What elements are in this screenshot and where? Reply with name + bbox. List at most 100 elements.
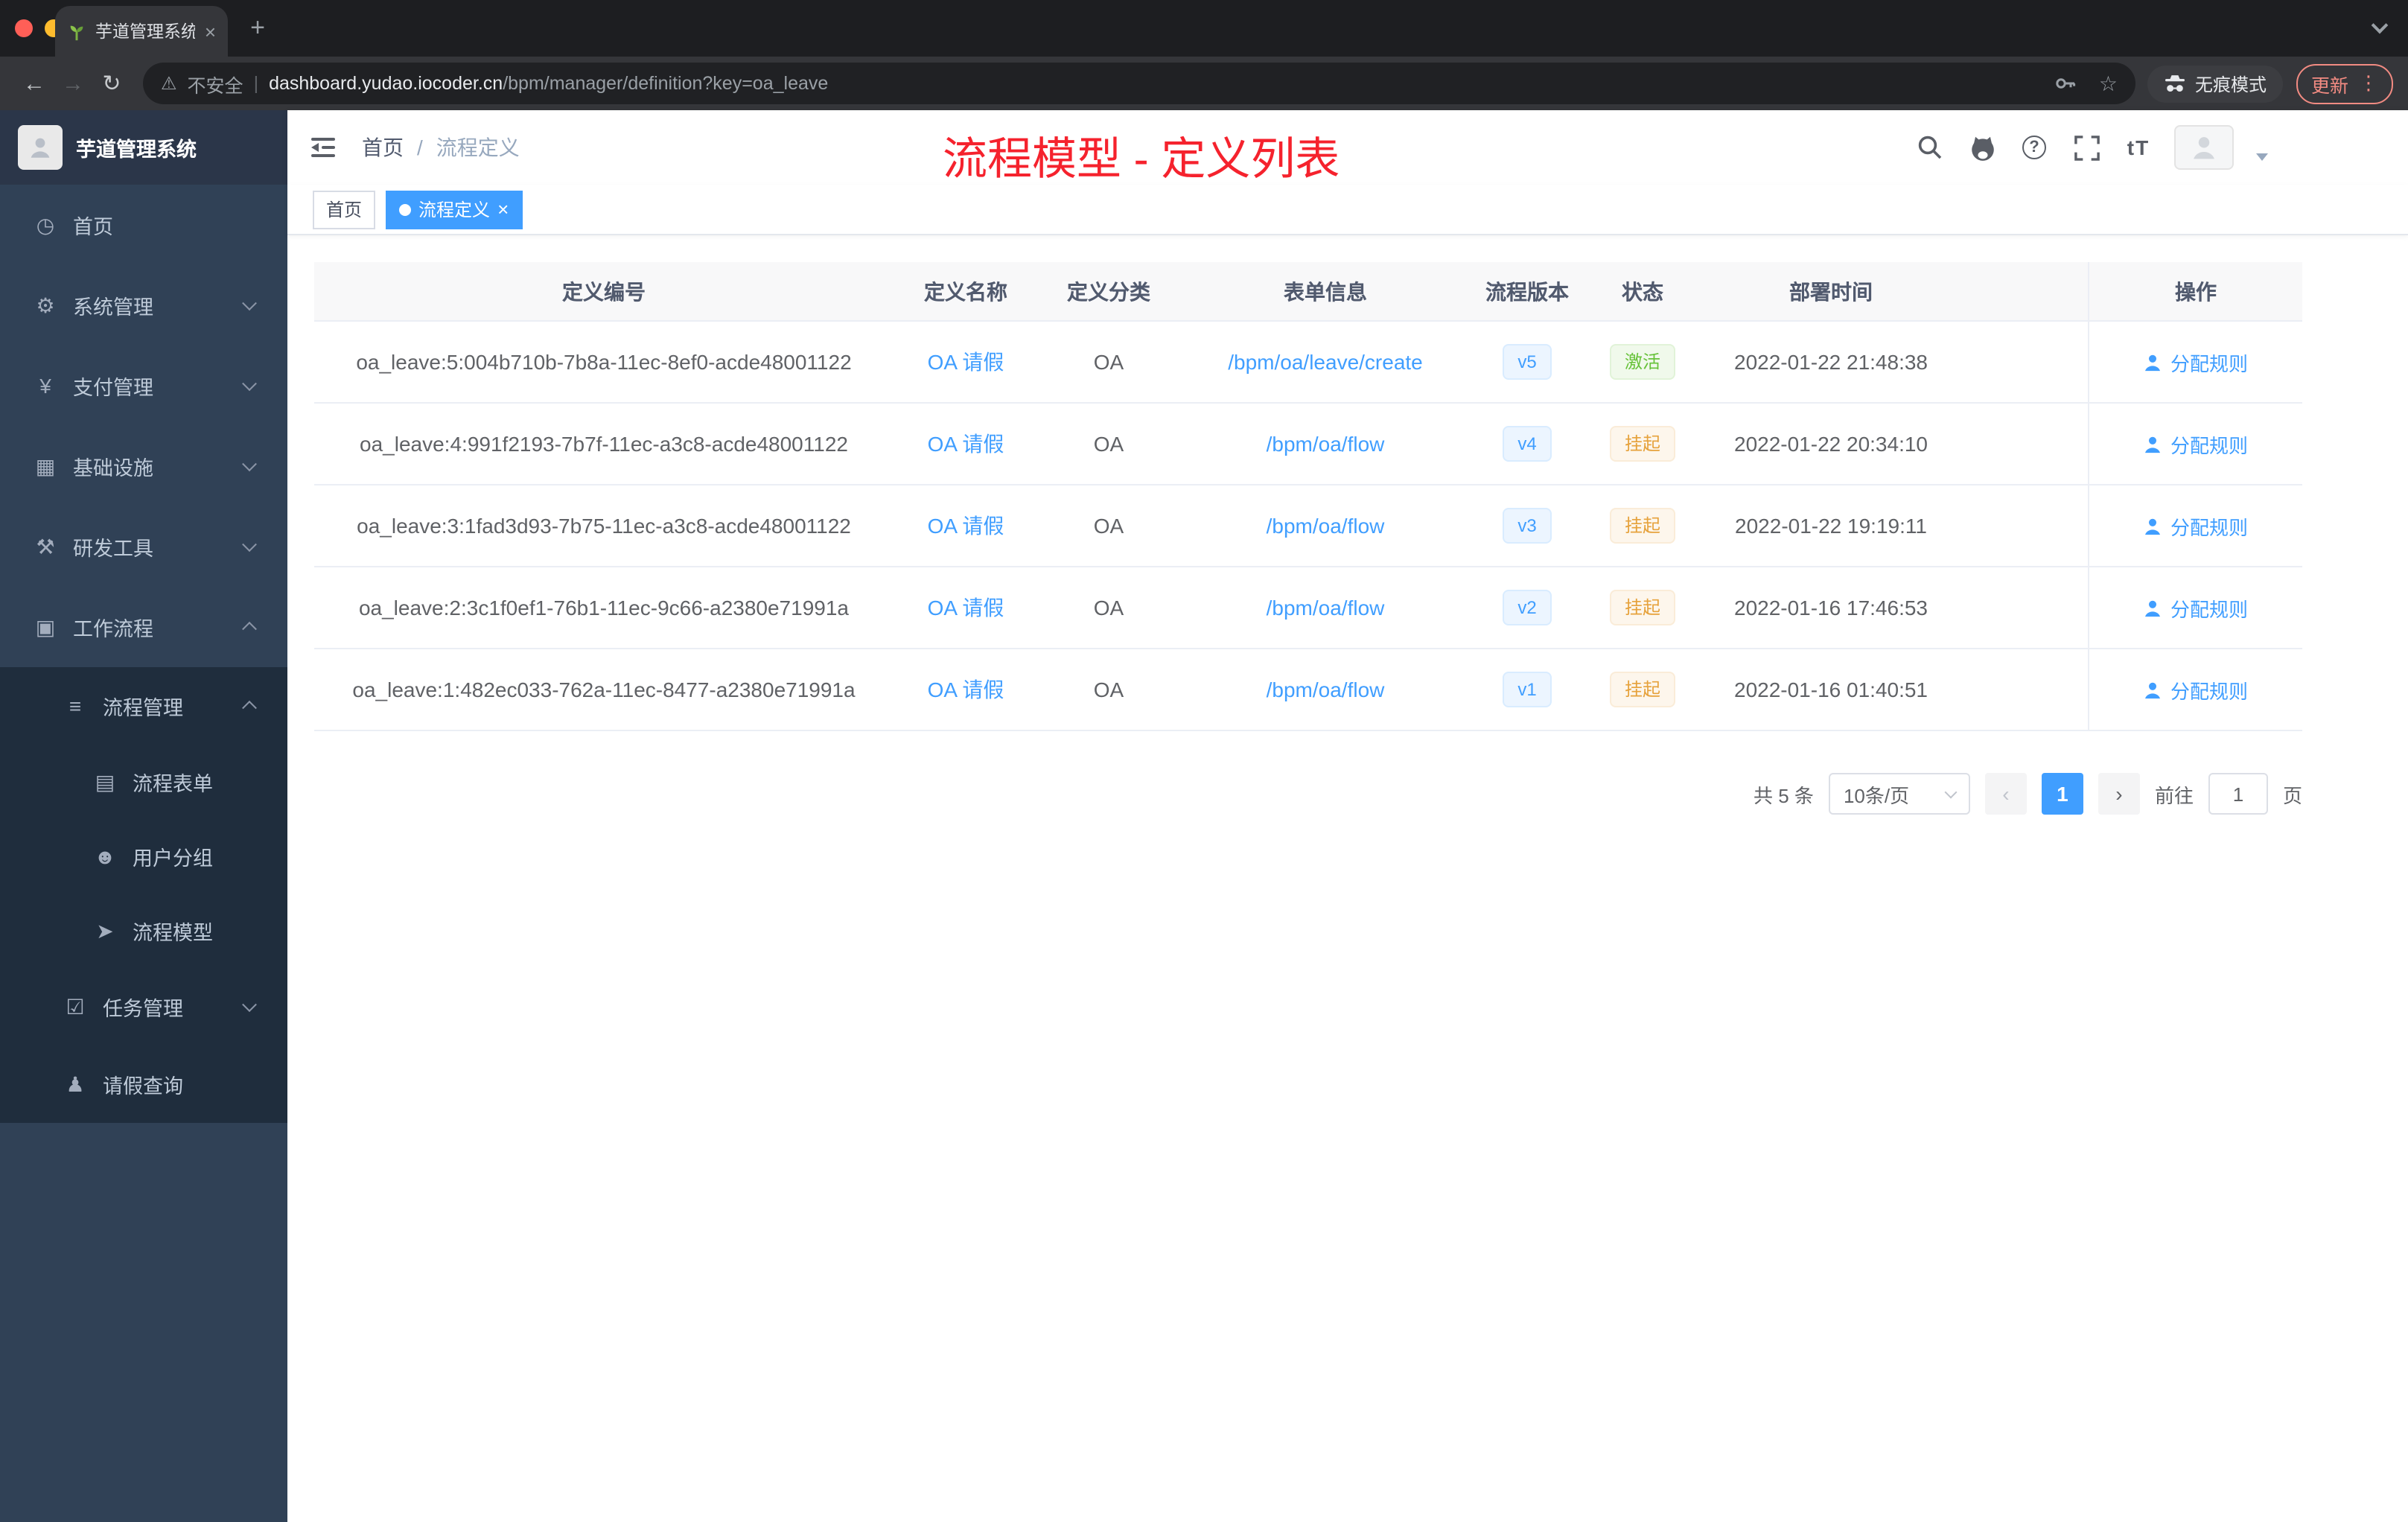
prev-page-button[interactable]: ‹ bbox=[1984, 773, 2027, 815]
avatar-dropdown-caret-icon[interactable] bbox=[2256, 153, 2268, 160]
chevron-down-icon bbox=[242, 997, 257, 1013]
sidebar-item-home[interactable]: ◷ 首页 bbox=[0, 185, 287, 265]
sidebar-item-infrastructure[interactable]: ▦ 基础设施 bbox=[0, 426, 287, 506]
sidebar-item-leave-query[interactable]: ♟ 请假查询 bbox=[0, 1045, 287, 1123]
form-info-link[interactable]: /bpm/oa/flow bbox=[1267, 514, 1385, 538]
bookmark-star-icon[interactable]: ☆ bbox=[2099, 71, 2118, 96]
sidebar-item-label: 基础设施 bbox=[73, 457, 153, 480]
sidebar-item-label: 支付管理 bbox=[73, 377, 153, 399]
sidebar-item-process-manage[interactable]: ≡ 流程管理 bbox=[0, 667, 287, 745]
definition-name-link[interactable]: OA 请假 bbox=[928, 347, 1004, 377]
tag-home[interactable]: 首页 bbox=[313, 190, 376, 229]
assign-rule-button[interactable]: 分配规则 bbox=[2144, 675, 2248, 704]
goto-label: 前往 bbox=[2154, 784, 2194, 806]
goto-page-input[interactable] bbox=[2208, 773, 2268, 815]
tag-close-icon[interactable]: × bbox=[497, 200, 509, 219]
tab-close-icon[interactable]: × bbox=[205, 22, 216, 41]
assign-rule-label: 分配规则 bbox=[2170, 434, 2248, 456]
column-header-form: 表单信息 bbox=[1284, 279, 1367, 303]
sidebar-item-dev-tools[interactable]: ⚒ 研发工具 bbox=[0, 506, 287, 587]
page-size-value: 10条/页 bbox=[1843, 784, 1910, 806]
question-glyph: ? bbox=[2022, 136, 2046, 159]
new-tab-button[interactable]: + bbox=[241, 12, 274, 45]
cell-definition-id: oa_leave:1:482ec033-762a-11ec-8477-a2380… bbox=[352, 678, 856, 701]
cell-filler bbox=[1960, 322, 2088, 402]
app-page: 芋道管理系统 ◷ 首页 ⚙ 系统管理 ¥ 支付管理 ▦ 基础设施 ⚒ 研发工具 … bbox=[0, 110, 2408, 1522]
form-info-link[interactable]: /bpm/oa/flow bbox=[1267, 678, 1385, 701]
status-badge: 激活 bbox=[1609, 344, 1675, 380]
cell-definition-id: oa_leave:3:1fad3d93-7b75-11ec-a3c8-acde4… bbox=[357, 514, 851, 538]
address-bar[interactable]: ⚠ 不安全 | dashboard.yudao.iocoder.cn/bpm/m… bbox=[143, 63, 2135, 104]
goto-unit: 页 bbox=[2282, 784, 2302, 806]
definition-name-link[interactable]: OA 请假 bbox=[928, 675, 1004, 704]
omnibox-right-icons: ☆ bbox=[2050, 67, 2118, 100]
browser-menu-icon[interactable]: ⋮ bbox=[2359, 71, 2378, 95]
tab-favicon-icon bbox=[67, 22, 86, 41]
assign-rule-button[interactable]: 分配规则 bbox=[2144, 430, 2248, 458]
reload-button[interactable]: ↻ bbox=[92, 70, 131, 97]
user-avatar[interactable] bbox=[2174, 125, 2234, 170]
app-logo[interactable]: 芋道管理系统 bbox=[0, 110, 287, 185]
status-badge: 挂起 bbox=[1609, 508, 1675, 544]
browser-update-button[interactable]: 更新 ⋮ bbox=[2296, 63, 2393, 104]
search-icon[interactable] bbox=[1914, 131, 1946, 164]
annotation-title: 流程模型 - 定义列表 bbox=[943, 136, 1340, 185]
version-tag: v5 bbox=[1503, 344, 1552, 380]
tag-process-definition[interactable]: 流程定义 × bbox=[386, 190, 523, 229]
incognito-badge[interactable]: 无痕模式 bbox=[2147, 65, 2283, 102]
back-button[interactable]: ← bbox=[15, 71, 54, 96]
sidebar-item-label: 首页 bbox=[73, 216, 113, 238]
sidebar-item-label: 流程管理 bbox=[103, 697, 183, 719]
definition-name-link[interactable]: OA 请假 bbox=[928, 429, 1004, 459]
assign-rule-label: 分配规则 bbox=[2170, 680, 2248, 702]
page-number-1[interactable]: 1 bbox=[2041, 773, 2083, 815]
forward-button[interactable]: → bbox=[54, 71, 92, 96]
breadcrumb-home[interactable]: 首页 bbox=[362, 133, 404, 162]
form-info-link[interactable]: /bpm/oa/flow bbox=[1267, 596, 1385, 620]
sidebar-item-workflow[interactable]: ▣ 工作流程 bbox=[0, 587, 287, 667]
page-size-select[interactable]: 10条/页 bbox=[1828, 773, 1970, 815]
app-title: 芋道管理系统 bbox=[76, 138, 197, 161]
workflow-icon: ▣ bbox=[35, 614, 56, 638]
sidebar-item-payment[interactable]: ¥ 支付管理 bbox=[0, 346, 287, 426]
cell-filler bbox=[1960, 404, 2088, 484]
definition-name-link[interactable]: OA 请假 bbox=[928, 511, 1004, 541]
sidebar-item-label: 工作流程 bbox=[73, 618, 153, 640]
sidebar-item-task-manage[interactable]: ☑ 任务管理 bbox=[0, 968, 287, 1045]
sidebar-item-user-group[interactable]: ☻ 用户分组 bbox=[0, 819, 287, 894]
assign-rule-button[interactable]: 分配规则 bbox=[2144, 512, 2248, 540]
version-tag: v1 bbox=[1503, 672, 1552, 707]
cell-deploy-time: 2022-01-16 01:40:51 bbox=[1734, 678, 1928, 701]
task-icon: ☑ bbox=[66, 994, 85, 1018]
assign-rule-button[interactable]: 分配规则 bbox=[2144, 593, 2248, 622]
browser-tabstrip: 芋道管理系统 × + bbox=[0, 0, 2408, 57]
cell-filler bbox=[1960, 649, 2088, 730]
form-info-link[interactable]: /bpm/oa/flow bbox=[1267, 432, 1385, 456]
next-page-button[interactable]: › bbox=[2098, 773, 2140, 815]
help-icon[interactable]: ? bbox=[2018, 131, 2051, 164]
github-icon[interactable] bbox=[1966, 131, 1998, 164]
table-row: oa_leave:1:482ec033-762a-11ec-8477-a2380… bbox=[314, 649, 2302, 731]
column-header-deploy-time: 部署时间 bbox=[1789, 279, 1873, 303]
fullscreen-icon[interactable] bbox=[2070, 131, 2103, 164]
security-chip[interactable]: 不安全 bbox=[188, 69, 243, 98]
sidebar-item-process-model[interactable]: ➤ 流程模型 bbox=[0, 894, 287, 968]
cell-deploy-time: 2022-01-16 17:46:53 bbox=[1734, 596, 1928, 620]
sidebar-item-process-form[interactable]: ▤ 流程表单 bbox=[0, 745, 287, 819]
password-key-icon[interactable] bbox=[2050, 67, 2083, 100]
assign-rule-label: 分配规则 bbox=[2170, 516, 2248, 538]
assign-rule-button[interactable]: 分配规则 bbox=[2144, 348, 2248, 376]
close-window-button[interactable] bbox=[15, 19, 33, 37]
sidebar-collapse-button[interactable] bbox=[311, 136, 338, 159]
font-size-icon[interactable]: tT bbox=[2122, 131, 2155, 164]
security-warning-icon: ⚠ bbox=[161, 73, 177, 94]
breadcrumb: 首页 / 流程定义 bbox=[362, 133, 520, 162]
form-info-link[interactable]: /bpm/oa/leave/create bbox=[1228, 350, 1423, 374]
sidebar-item-system[interactable]: ⚙ 系统管理 bbox=[0, 265, 287, 346]
browser-tab[interactable]: 芋道管理系统 × bbox=[55, 6, 228, 57]
sidebar-item-label: 流程模型 bbox=[133, 922, 213, 944]
definition-table: 定义编号 定义名称 定义分类 表单信息 流程版本 状态 部署时间 操作 oa_l… bbox=[314, 262, 2302, 731]
select-caret-icon bbox=[1944, 785, 1958, 798]
definition-name-link[interactable]: OA 请假 bbox=[928, 593, 1004, 623]
tab-search-chevron-icon[interactable] bbox=[2371, 16, 2389, 34]
